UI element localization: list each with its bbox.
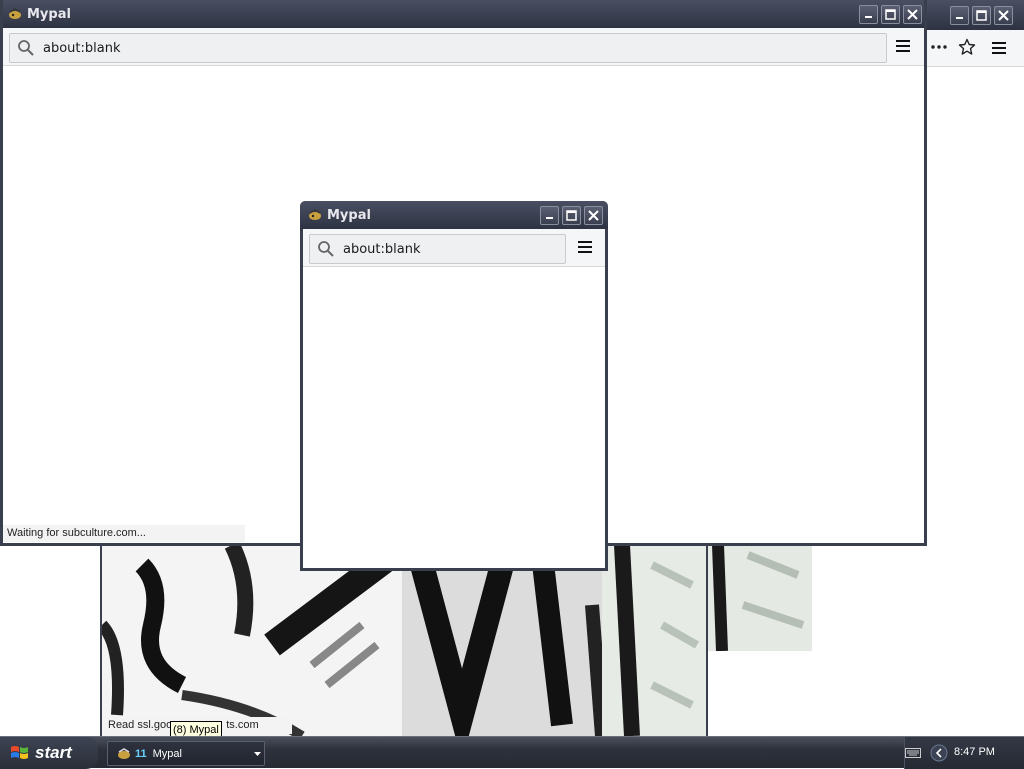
navigation-toolbar: about:blank (303, 229, 605, 267)
minimize-button[interactable] (540, 206, 559, 225)
maximize-button[interactable] (881, 5, 900, 24)
image-fragment (708, 545, 812, 651)
start-button[interactable]: start (0, 737, 98, 769)
taskbar: start 11 Mypal 8:47 PM (0, 736, 1024, 769)
window-title: Mypal (27, 6, 71, 22)
window-title: Mypal (327, 207, 371, 223)
maximize-button[interactable] (972, 6, 991, 25)
mypal-app-icon (9, 8, 21, 19)
status-text: Waiting for subculture.com... (7, 527, 146, 539)
url-bar[interactable]: about:blank (309, 234, 566, 264)
more-icon[interactable] (930, 44, 948, 50)
system-tray: 8:47 PM (904, 737, 1024, 769)
dropdown-arrow-icon (254, 752, 261, 756)
close-button[interactable] (994, 6, 1013, 25)
mypal-app-icon (118, 747, 130, 759)
status-text-suffix: ts.com (226, 719, 259, 731)
keyboard-icon[interactable] (905, 748, 921, 758)
close-button[interactable] (584, 206, 603, 225)
search-icon (18, 40, 34, 56)
url-text: about:blank (343, 241, 421, 257)
url-text: about:blank (43, 40, 121, 56)
titlebar: Mypal (3, 0, 924, 28)
search-icon (318, 241, 334, 257)
image-window: Read ssl.goo ts.com (100, 545, 708, 736)
titlebar: Mypal (300, 201, 608, 229)
status-bar: Waiting for subculture.com... (3, 525, 245, 542)
menu-icon[interactable] (896, 39, 912, 53)
status-text-prefix: Read ssl.goo (108, 719, 173, 731)
navigation-toolbar: about:blank (3, 28, 924, 66)
minimize-button[interactable] (859, 5, 878, 24)
far-window-buttons (950, 6, 1013, 25)
show-hidden-icons-icon[interactable] (930, 744, 948, 762)
maximize-button[interactable] (562, 206, 581, 225)
windows-logo-icon (11, 746, 28, 759)
minimize-button[interactable] (950, 6, 969, 25)
mypal-app-icon (309, 209, 321, 220)
start-label: start (35, 743, 72, 762)
tooltip-text: (8) Mypal (173, 724, 219, 736)
menu-icon[interactable] (992, 41, 1008, 55)
taskbar-group-mypal[interactable]: 11 Mypal (107, 741, 265, 766)
clock: 8:47 PM (954, 746, 995, 758)
far-window (924, 0, 1024, 736)
task-count: 11 (135, 747, 147, 760)
far-window-toolbar (924, 30, 1024, 67)
close-button[interactable] (903, 5, 922, 24)
menu-icon[interactable] (578, 240, 594, 254)
star-icon[interactable] (958, 38, 976, 56)
window-controls (859, 5, 922, 24)
task-label: Mypal (152, 747, 182, 760)
front-browser-window: Mypal about:blank (300, 201, 608, 571)
window-controls (540, 206, 603, 225)
scanned-image (102, 545, 706, 736)
url-bar[interactable]: about:blank (9, 33, 887, 63)
